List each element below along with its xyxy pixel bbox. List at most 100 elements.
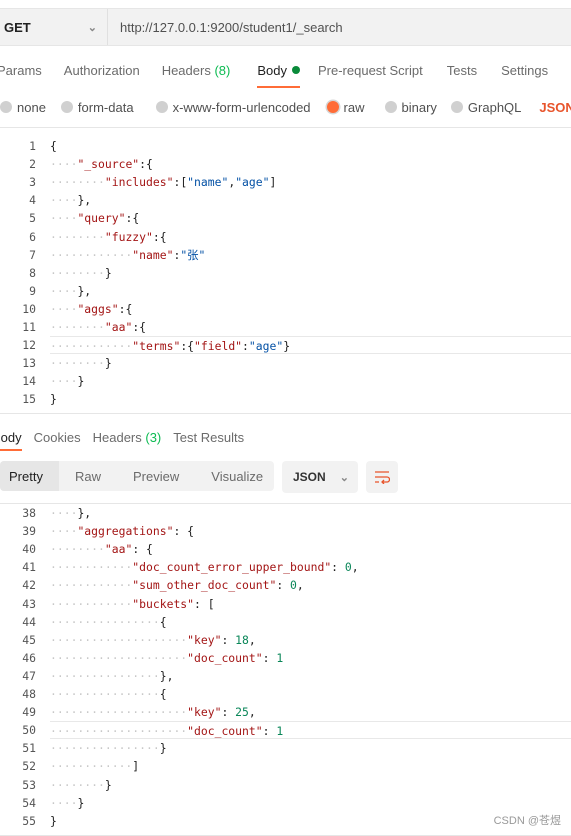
radio-label: raw: [343, 99, 365, 115]
headers-count: (8): [214, 63, 231, 78]
code-line: ····"aggregations": {: [50, 524, 195, 539]
radio-circle-icon: [155, 101, 168, 113]
tab-label: Headers: [92, 430, 142, 445]
code-line: ········"fuzzy":{: [50, 229, 167, 244]
tab-authorization[interactable]: Authorization: [64, 58, 140, 88]
code-line: ····},: [50, 193, 92, 208]
radio-label: binary: [401, 99, 437, 115]
view-raw[interactable]: Raw: [75, 469, 101, 484]
code-line: ········"aa": {: [50, 542, 153, 557]
line-number: 13: [22, 356, 36, 371]
code-line: ····"query":{: [50, 211, 140, 226]
wrap-lines-button[interactable]: [366, 461, 398, 493]
code-line: ········"aa":{: [50, 320, 147, 334]
code-line: ····"_source":{: [50, 157, 153, 172]
radio-GraphQL[interactable]: GraphQL: [450, 99, 522, 115]
code-line: ····}: [50, 795, 85, 810]
tab-label: Headers: [161, 63, 211, 78]
line-number: 5: [29, 211, 36, 226]
wrap-lines-icon: [375, 471, 390, 484]
request-tabs: Params Authorization Headers (8) Body Pr…: [0, 58, 548, 88]
line-number: 2: [29, 157, 36, 172]
line-number: 44: [22, 614, 36, 629]
modified-dot-icon: [291, 66, 300, 74]
line-number: 55: [22, 813, 36, 828]
response-format-select[interactable]: JSON ⌄: [282, 461, 358, 493]
url-input[interactable]: http://127.0.0.1:9200/student1/_search: [108, 20, 343, 35]
line-number: 4: [29, 193, 36, 208]
tab-pre-request-script[interactable]: Pre-request Script: [318, 58, 423, 88]
code-line: ················{: [50, 687, 167, 701]
radio-label: x-www-form-urlencoded: [172, 99, 311, 115]
line-number: 38: [22, 506, 36, 520]
tab-body[interactable]: Body: [257, 58, 300, 88]
code-line: ············]: [50, 759, 140, 774]
code-line: ····},: [50, 506, 92, 520]
method-select[interactable]: GET ⌄: [0, 9, 108, 45]
radio-none[interactable]: none: [0, 100, 46, 115]
radio-binary[interactable]: binary: [384, 99, 437, 115]
tab-settings[interactable]: Settings: [501, 58, 548, 88]
code-line: ····················"key": 18,: [50, 632, 256, 647]
code-line: {: [50, 139, 57, 153]
radio-label: GraphQL: [467, 99, 522, 115]
line-number: 8: [29, 265, 36, 280]
body-format-select[interactable]: JSON: [539, 100, 571, 115]
response-tabs: Body Cookies Headers (3) Test Results: [0, 425, 256, 451]
chevron-down-icon: ⌄: [339, 471, 349, 484]
radio-x-www-form-urlencoded[interactable]: x-www-form-urlencoded: [155, 99, 311, 115]
tab-headers[interactable]: Headers (8): [162, 58, 231, 88]
line-number: 42: [22, 578, 36, 593]
line-number: 10: [22, 301, 36, 316]
chevron-down-icon: ⌄: [87, 21, 97, 34]
tab-tests[interactable]: Tests: [447, 58, 477, 88]
code-line: ············"sum_other_doc_count": 0,: [50, 578, 304, 593]
code-line: ········}: [50, 777, 112, 792]
line-number: 9: [29, 283, 36, 298]
line-number: 14: [22, 374, 36, 389]
code-line: }: [50, 813, 57, 828]
line-number: 11: [22, 320, 36, 334]
line-number: 54: [22, 795, 36, 810]
headers-count: (3): [145, 430, 162, 445]
code-line: ········}: [50, 356, 112, 371]
code-line: ····················"doc_count": 1: [50, 721, 571, 740]
code-line: ········}: [50, 265, 112, 280]
tab-cookies[interactable]: Cookies: [34, 425, 81, 451]
view-pretty[interactable]: Pretty: [0, 461, 59, 491]
code-line: ····················"doc_count": 1: [50, 650, 284, 665]
tab-response-body[interactable]: Body: [0, 425, 22, 451]
view-preview[interactable]: Preview: [133, 469, 179, 484]
line-number: 41: [22, 560, 36, 575]
tab-response-headers[interactable]: Headers (3): [93, 425, 162, 451]
line-number: 45: [22, 632, 36, 647]
code-line: ····················"key": 25,: [50, 705, 256, 720]
body-type-radios: none form-data x-www-form-urlencoded raw bin…: [0, 98, 571, 116]
radio-circle-icon: [450, 101, 463, 113]
line-number: 46: [22, 650, 36, 665]
line-number: 12: [22, 338, 36, 353]
line-number: 52: [22, 759, 36, 774]
radio-label: form-data: [77, 99, 134, 115]
line-number: 40: [22, 542, 36, 557]
line-number: 15: [22, 392, 36, 407]
line-number: 43: [22, 596, 36, 611]
radio-form-data[interactable]: form-data: [60, 99, 134, 115]
code-line: ················{: [50, 614, 167, 629]
tab-test-results[interactable]: Test Results: [173, 425, 244, 451]
radio-raw[interactable]: raw: [326, 99, 365, 115]
view-visualize[interactable]: Visualize: [211, 469, 263, 484]
tab-params[interactable]: Params: [0, 58, 42, 88]
code-line: ············"name":"张": [50, 247, 206, 262]
code-line: ················},: [50, 668, 174, 683]
line-number: 50: [22, 723, 36, 738]
radio-circle-icon: [60, 101, 73, 113]
line-number: 47: [22, 668, 36, 683]
code-line: ········"includes":["name","age"]: [50, 175, 277, 190]
line-number: 6: [29, 229, 36, 244]
code-line: ····"aggs":{: [50, 301, 133, 316]
code-line: ············"buckets": [: [50, 596, 215, 611]
view-mode-selector: Pretty Raw Preview Visualize: [0, 461, 274, 491]
line-number: 3: [29, 175, 36, 190]
line-number: 48: [22, 687, 36, 701]
